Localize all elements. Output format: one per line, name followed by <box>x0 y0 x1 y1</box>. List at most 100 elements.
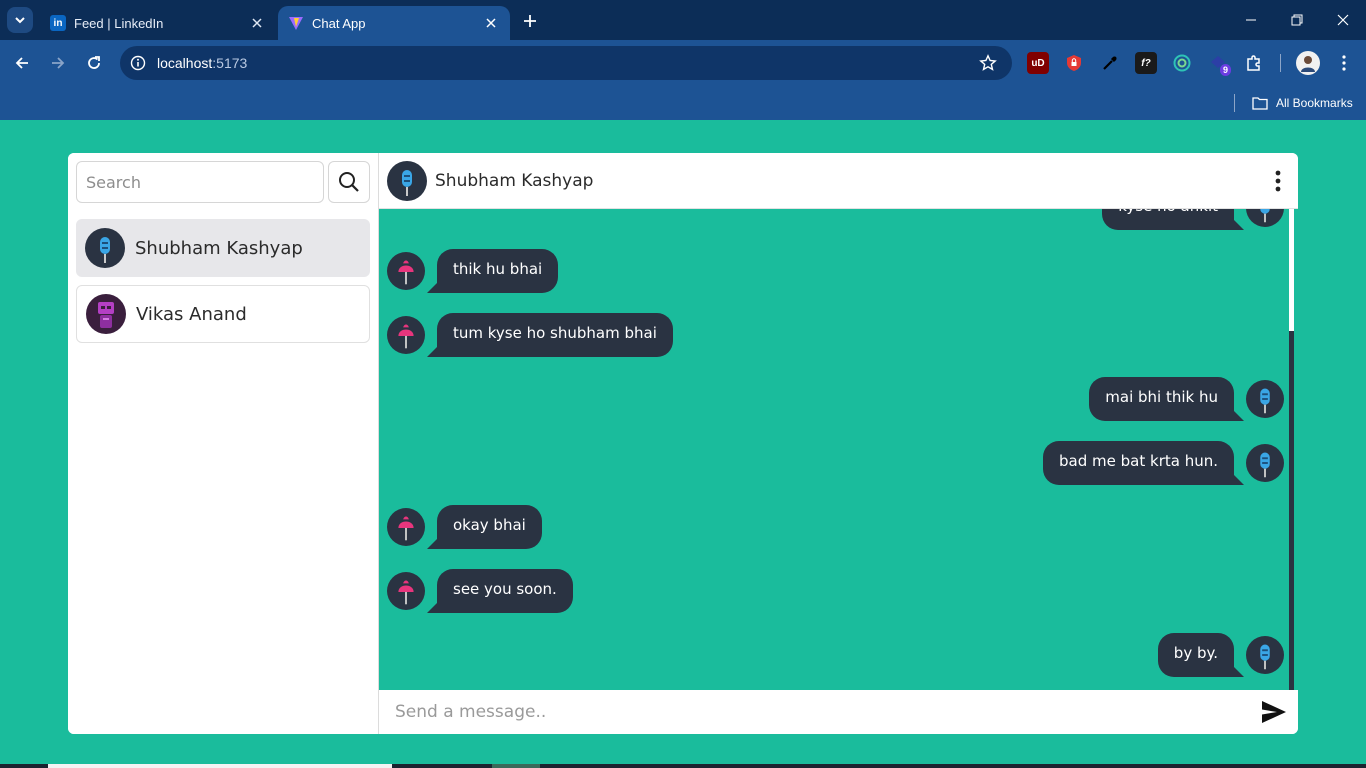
kebab-menu-icon[interactable] <box>1333 52 1355 74</box>
chat-panel: Shubham Kashyap kyse ho ankit thik hu bh… <box>379 153 1298 734</box>
message-incoming: okay bhai <box>387 505 542 549</box>
pink-popsicle-icon <box>398 324 414 349</box>
profile-avatar[interactable] <box>1296 51 1320 75</box>
message-outgoing: bad me bat krta hun. <box>1043 441 1284 485</box>
browser-tab-bar: in Feed | LinkedIn Chat App <box>0 0 1366 40</box>
avatar <box>387 508 425 546</box>
message-input[interactable] <box>379 690 1249 734</box>
color-picker-icon[interactable] <box>1099 52 1121 74</box>
close-icon <box>1337 14 1349 26</box>
avatar <box>387 316 425 354</box>
bookmark-star-icon[interactable] <box>978 53 998 73</box>
linkedin-icon: in <box>50 15 66 31</box>
blue-popsicle-icon <box>1260 644 1270 670</box>
avatar <box>1246 209 1284 227</box>
plus-icon <box>524 15 536 27</box>
chat-menu-button[interactable] <box>1268 167 1288 195</box>
chat-partner-name: Shubham Kashyap <box>435 170 594 191</box>
search-button[interactable] <box>328 161 370 203</box>
search-input[interactable] <box>76 161 324 203</box>
vite-icon <box>288 15 304 31</box>
message-composer <box>379 690 1298 734</box>
close-icon[interactable] <box>482 14 500 32</box>
search-icon <box>339 172 359 192</box>
arrow-right-icon <box>52 57 65 69</box>
ublock-icon[interactable]: uD <box>1027 52 1049 74</box>
message-bubble: thik hu bhai <box>426 249 559 293</box>
all-bookmarks-label: All Bookmarks <box>1276 96 1353 110</box>
restore-button[interactable] <box>1274 0 1320 40</box>
contact-item-vikas-anand[interactable]: Vikas Anand <box>76 285 370 343</box>
message-bubble: see you soon. <box>427 569 573 613</box>
send-icon <box>1262 701 1286 723</box>
tab-linkedin[interactable]: in Feed | LinkedIn <box>40 6 276 40</box>
message-incoming: thik hu bhai <box>387 249 559 293</box>
folder-icon <box>1252 97 1268 110</box>
message-bubble: kyse ho ankit <box>1102 209 1244 230</box>
bookmarks-divider <box>1234 94 1235 112</box>
lock-extension-icon[interactable] <box>1063 52 1085 74</box>
minimize-icon <box>1246 19 1256 21</box>
blue-popsicle-icon <box>1260 388 1270 414</box>
tab-search-button[interactable] <box>7 7 33 33</box>
bookmarks-bar: All Bookmarks <box>0 86 1366 120</box>
address-bar[interactable]: localhost:5173 <box>120 46 1012 80</box>
all-bookmarks-button[interactable]: All Bookmarks <box>1252 92 1353 114</box>
avatar <box>1246 636 1284 674</box>
avatar <box>85 228 125 268</box>
extension-badge-icon[interactable]: 9 <box>1207 52 1231 76</box>
pink-popsicle-icon <box>398 516 414 541</box>
taskbar-strip <box>0 764 1366 768</box>
site-info-icon[interactable] <box>128 53 148 73</box>
avatar <box>86 294 126 334</box>
extension-badge-count: 9 <box>1219 64 1231 76</box>
close-icon[interactable] <box>248 14 266 32</box>
back-button[interactable] <box>8 49 36 77</box>
close-window-button[interactable] <box>1320 0 1366 40</box>
message-bubble: tum kyse ho shubham bhai <box>427 313 673 357</box>
message-incoming: see you soon. <box>387 569 573 613</box>
font-icon[interactable]: f? <box>1135 52 1157 74</box>
send-button[interactable] <box>1260 698 1288 726</box>
tab-chat-app[interactable]: Chat App <box>278 6 510 40</box>
chevron-down-icon <box>15 17 25 24</box>
avatar <box>387 252 425 290</box>
message-bubble: mai bhi thik hu <box>1089 377 1244 421</box>
minimize-button[interactable] <box>1228 0 1274 40</box>
purple-robot-icon <box>98 302 114 328</box>
taskbar-segment <box>492 764 540 768</box>
sidebar: Shubham Kashyap Vikas Anand <box>68 153 379 734</box>
message-bubble: okay bhai <box>427 505 542 549</box>
pink-popsicle-icon <box>398 580 414 605</box>
arrow-left-icon <box>15 57 28 69</box>
url-text: localhost:5173 <box>157 55 247 71</box>
message-outgoing: mai bhi thik hu <box>1089 377 1284 421</box>
tab-title: Chat App <box>312 15 366 31</box>
forward-button[interactable] <box>44 49 72 77</box>
browser-toolbar: localhost:5173 uD f? 9 <box>0 40 1366 86</box>
toolbar-divider <box>1280 54 1281 72</box>
puzzle-icon[interactable] <box>1243 52 1265 74</box>
avatar <box>387 572 425 610</box>
reload-icon <box>88 56 100 69</box>
blue-popsicle-icon <box>402 169 412 196</box>
message-list: kyse ho ankit thik hu bhai tum kyse ho s… <box>379 209 1298 690</box>
avatar <box>387 160 427 201</box>
circle-extension-icon[interactable] <box>1171 52 1193 74</box>
message-bubble: by by. <box>1157 633 1245 677</box>
message-incoming: tum kyse ho shubham bhai <box>387 313 673 357</box>
url-port: :5173 <box>212 55 248 71</box>
reload-button[interactable] <box>80 49 108 77</box>
blue-popsicle-icon <box>1260 452 1270 478</box>
avatar <box>1246 380 1284 418</box>
scrollbar-thumb[interactable] <box>1289 209 1294 331</box>
blue-popsicle-icon <box>100 237 110 263</box>
restore-icon <box>1291 14 1303 26</box>
message-bubble: bad me bat krta hun. <box>1043 441 1244 485</box>
new-tab-button[interactable] <box>518 9 542 33</box>
url-host: localhost <box>157 55 213 71</box>
contact-name: Shubham Kashyap <box>135 237 303 259</box>
blue-popsicle-icon <box>1260 209 1270 223</box>
contact-item-shubham-kashyap[interactable]: Shubham Kashyap <box>76 219 370 277</box>
message-outgoing: by by. <box>1157 633 1284 677</box>
